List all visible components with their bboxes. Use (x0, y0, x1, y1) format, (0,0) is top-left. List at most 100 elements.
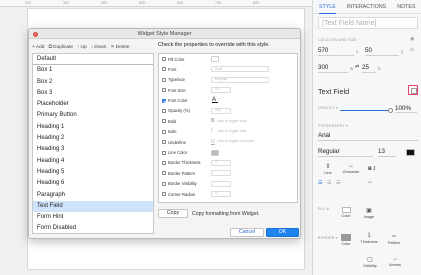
border-thickness-input[interactable] (211, 159, 231, 166)
opacity-checkbox[interactable] (162, 108, 166, 113)
style-list-item[interactable]: Box 2 (33, 77, 153, 88)
style-list-item[interactable]: Heading 2 (33, 133, 153, 144)
vertical-align-icon[interactable]: ═ (368, 180, 372, 186)
border-visibility-checkbox[interactable] (162, 181, 166, 186)
y-unit: y (401, 49, 404, 54)
style-list-item[interactable]: Heading 3 (33, 144, 153, 155)
opacity-slider-knob[interactable] (388, 107, 393, 113)
font-color-icon[interactable]: A (212, 97, 218, 103)
tile-label: Thickness (360, 240, 378, 244)
align-left-icon[interactable]: ☰ (318, 180, 322, 186)
property-row-opacity: Opacity (%) 100 (159, 106, 297, 116)
x-input[interactable]: 570 (318, 47, 354, 56)
opacity-slider[interactable] (340, 110, 390, 111)
typeface-select[interactable]: Regular (318, 148, 373, 157)
tab-style[interactable]: STYLE (319, 4, 336, 14)
italic-checkbox[interactable] (162, 129, 166, 134)
border-pattern-select[interactable] (211, 170, 231, 177)
border-pattern-tile[interactable]: ┅ Pattern (383, 233, 405, 245)
corner-radius-checkbox[interactable] (162, 192, 166, 197)
cancel-button[interactable]: Cancel (230, 228, 264, 237)
underline-checkbox[interactable] (162, 140, 166, 145)
border-pattern-checkbox[interactable] (162, 171, 166, 176)
move-up-button[interactable]: ↑ Up (77, 43, 87, 51)
line-spacing-tile[interactable]: ⇕ Line (318, 163, 338, 175)
style-inspector-panel: STYLE INTERACTIONS NOTES [Text Field Nam… (312, 0, 421, 275)
copy-button[interactable]: Copy (158, 209, 188, 218)
line-color-checkbox[interactable] (162, 150, 166, 155)
y-input[interactable]: 50 (365, 47, 399, 56)
character-spacing-tile[interactable]: ↔ Character (340, 163, 362, 174)
bold-icon[interactable]: B (211, 118, 215, 124)
ok-button[interactable]: OK (266, 228, 299, 237)
style-list-item[interactable]: Heading 6 (33, 178, 153, 189)
opacity-input[interactable] (211, 107, 231, 114)
duplicate-icon: ⧉ (48, 44, 53, 50)
style-list-item[interactable]: Heading 1 (33, 122, 153, 133)
property-label: Border Visibility (168, 181, 197, 187)
lock-aspect-icon[interactable]: ⇄ (355, 64, 359, 70)
ruler-mark: 300 (63, 1, 69, 5)
style-list-item[interactable]: Box 3 (33, 88, 153, 99)
align-center-icon[interactable]: ☰ (327, 180, 331, 186)
fill-image-tile[interactable]: ▣ Image (360, 207, 378, 219)
style-list-item[interactable]: Box 1 (33, 65, 153, 76)
font-color-swatch[interactable] (406, 149, 415, 156)
font-size-value: 13 (215, 87, 219, 92)
widget-style-select[interactable]: Text Field (318, 87, 349, 96)
manage-styles-button[interactable] (408, 85, 418, 95)
underline-icon[interactable]: U (211, 139, 215, 145)
text-format-icons[interactable]: 𝗕 𝘐 (368, 166, 375, 172)
style-list-item-selected[interactable]: Text Field (33, 200, 153, 213)
style-list-item[interactable]: Form Disabled (33, 223, 153, 233)
typeface-checkbox[interactable] (162, 77, 166, 82)
style-list-item[interactable]: Primary Button (33, 110, 153, 121)
opacity-input[interactable]: 100% (395, 105, 417, 113)
style-list-item[interactable]: Default (33, 54, 153, 66)
style-list-item[interactable]: Heading 4 (33, 156, 153, 167)
border-color-tile[interactable]: Color (337, 234, 355, 246)
font-checkbox[interactable] (162, 67, 166, 72)
tab-interactions[interactable]: INTERACTIONS (347, 4, 386, 10)
plus-icon: + (32, 44, 35, 50)
duplicate-style-button[interactable]: ⧉ Duplicate (48, 43, 73, 51)
font-family-select[interactable]: Arial (318, 132, 418, 141)
border-visibility-select[interactable] (211, 180, 231, 187)
property-list: Fill Color Font Arial Typeface Regular Fon… (158, 53, 298, 203)
duplicate-label: Duplicate (53, 44, 74, 50)
property-label: Typeface (168, 77, 185, 83)
inspector-tabs: STYLE INTERACTIONS NOTES (313, 0, 421, 14)
tab-notes[interactable]: NOTES (397, 4, 415, 10)
fill-color-tile[interactable]: Color (337, 207, 355, 218)
corner-radius-input[interactable] (211, 191, 231, 198)
delete-style-button[interactable]: ✕ Delete (110, 43, 129, 51)
italic-icon[interactable]: I (211, 128, 212, 134)
border-visibility-tile[interactable]: ▢ Visibility (359, 256, 381, 268)
style-list-item[interactable]: Placeholder (33, 99, 153, 110)
rotate-icon[interactable]: ⊙ (410, 47, 414, 53)
font-size-input[interactable] (211, 87, 231, 94)
move-down-button[interactable]: ↓ Down (91, 43, 107, 51)
width-input[interactable]: 300 (318, 64, 348, 73)
border-thickness-tile[interactable]: 1 Thickness (359, 233, 379, 244)
font-size-input[interactable]: 13 (378, 148, 396, 157)
style-list-item[interactable]: Paragraph (33, 190, 153, 201)
font-color-checkbox[interactable] (162, 98, 166, 103)
line-color-swatch[interactable] (211, 149, 219, 156)
fill-color-swatch[interactable] (211, 56, 219, 62)
bold-checkbox[interactable] (162, 119, 166, 124)
height-input[interactable]: 25 (362, 64, 376, 73)
font-size-checkbox[interactable] (162, 88, 166, 93)
style-list-item[interactable]: Form Hint (33, 212, 153, 223)
eye-icon[interactable]: ◉ (410, 36, 414, 42)
widget-name-input[interactable]: [Text Field Name] (318, 17, 418, 29)
fill-color-checkbox[interactable] (162, 57, 166, 61)
property-row-font-size: Font Size 13 (159, 85, 297, 95)
typography-label: TYPOGRAPHY ▾ (318, 124, 349, 128)
style-list-item[interactable]: Heading 5 (33, 167, 153, 178)
border-thickness-checkbox[interactable] (162, 160, 166, 165)
border-arrows-tile[interactable]: → Arrows (385, 256, 405, 267)
typeface-value: Regular (215, 76, 228, 81)
add-style-button[interactable]: + Add (32, 43, 44, 51)
align-right-icon[interactable]: ☰ (336, 180, 340, 186)
